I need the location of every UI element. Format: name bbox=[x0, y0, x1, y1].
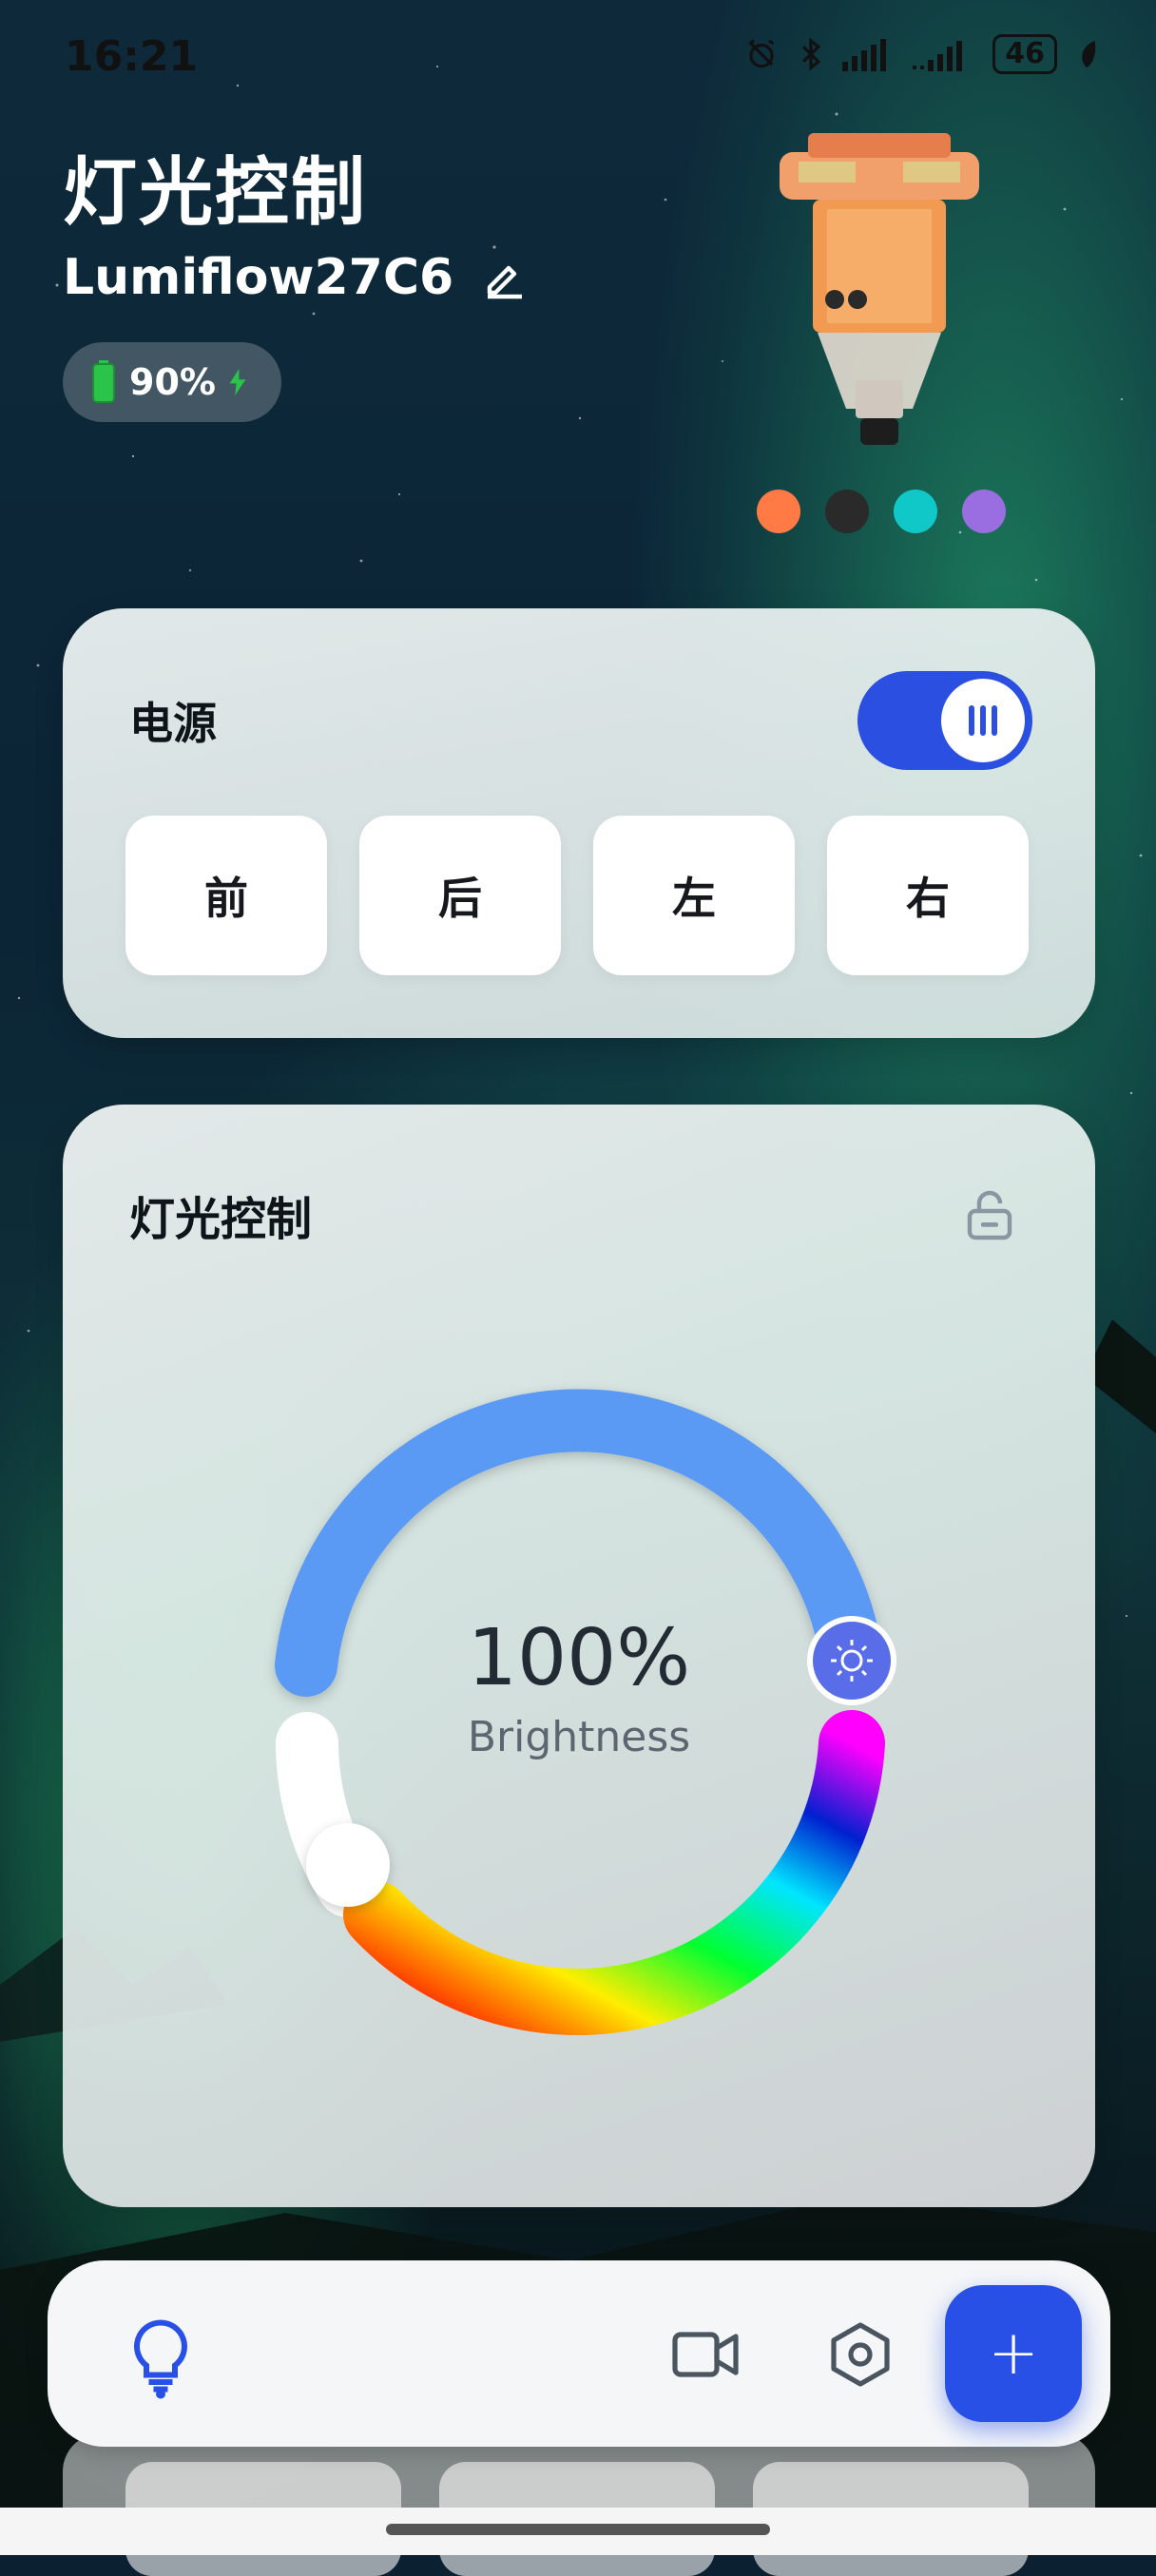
direction-right-button[interactable]: 右 bbox=[827, 816, 1029, 975]
light-control-card: 灯光控制 100% Brightness bbox=[63, 1105, 1095, 2207]
signal-2-icon bbox=[913, 41, 963, 71]
video-camera-icon[interactable] bbox=[671, 2327, 742, 2382]
add-button[interactable]: + bbox=[945, 2285, 1082, 2422]
leaf-icon bbox=[1082, 40, 1096, 68]
status-bar: 16:21 46 bbox=[0, 0, 1156, 114]
brightness-label: Brightness bbox=[467, 1713, 691, 1761]
direction-back-button[interactable]: 后 bbox=[359, 816, 561, 975]
color-swatches bbox=[757, 490, 1006, 533]
battery-icon bbox=[92, 360, 115, 403]
status-battery: 46 bbox=[992, 34, 1057, 74]
power-card: 电源 前 后 左 右 bbox=[63, 608, 1095, 1038]
battery-badge: 90% bbox=[63, 342, 281, 422]
device-name: Lumiflow27C6 bbox=[63, 249, 454, 306]
status-time: 16:21 bbox=[65, 32, 199, 81]
page-title: 灯光控制 bbox=[63, 150, 368, 236]
swatch-cyan[interactable] bbox=[894, 490, 937, 533]
toggle-knob bbox=[941, 679, 1025, 762]
direction-left-button[interactable]: 左 bbox=[593, 816, 795, 975]
color-thumb bbox=[306, 1823, 390, 1907]
signal-icon bbox=[842, 39, 887, 71]
swatch-black[interactable] bbox=[825, 490, 869, 533]
alarm-icon bbox=[748, 39, 775, 68]
brightness-value: 100% bbox=[467, 1613, 691, 1703]
swatch-purple[interactable] bbox=[962, 490, 1006, 533]
swatch-orange[interactable] bbox=[757, 490, 800, 533]
power-toggle[interactable] bbox=[857, 671, 1032, 770]
settings-hexagon-icon[interactable] bbox=[827, 2321, 894, 2388]
status-icons: 46 bbox=[743, 34, 1099, 74]
color-arc bbox=[343, 1710, 885, 2036]
charging-icon bbox=[229, 369, 246, 395]
bottom-nav: + bbox=[48, 2260, 1110, 2447]
bluetooth-icon bbox=[802, 37, 821, 71]
device-image bbox=[780, 133, 979, 445]
lightbulb-icon[interactable] bbox=[127, 2317, 194, 2399]
power-title: 电源 bbox=[129, 698, 217, 749]
battery-level: 90% bbox=[129, 361, 216, 403]
home-indicator[interactable] bbox=[386, 2524, 770, 2535]
direction-front-button[interactable]: 前 bbox=[125, 816, 327, 975]
device-name-row: Lumiflow27C6 bbox=[63, 249, 528, 306]
edit-icon[interactable] bbox=[482, 255, 528, 300]
direction-buttons: 前 后 左 右 bbox=[125, 816, 1029, 975]
